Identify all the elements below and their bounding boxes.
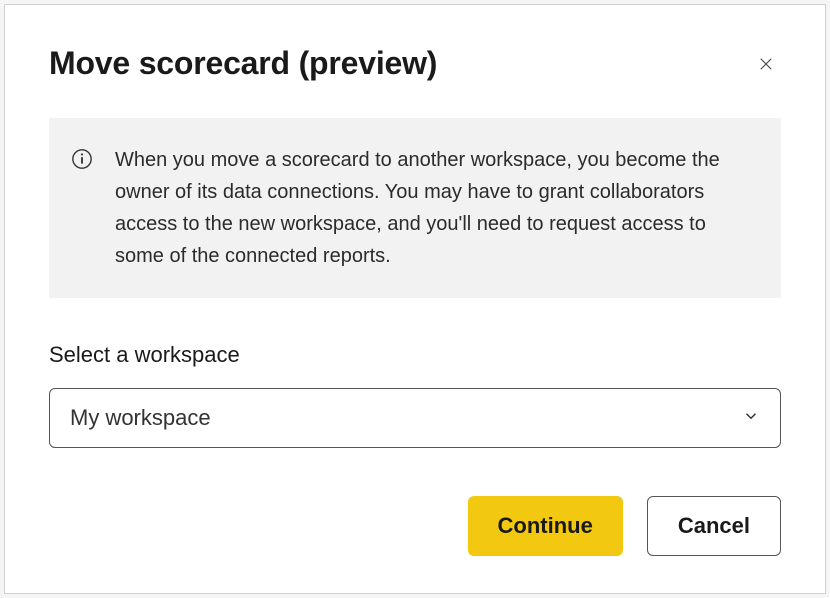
dialog-button-row: Continue Cancel bbox=[49, 496, 781, 556]
close-icon bbox=[757, 55, 775, 76]
continue-button[interactable]: Continue bbox=[468, 496, 623, 556]
info-icon bbox=[71, 148, 93, 175]
dialog-title: Move scorecard (preview) bbox=[49, 45, 437, 82]
workspace-selected-value: My workspace bbox=[70, 405, 211, 431]
dialog-header: Move scorecard (preview) bbox=[49, 45, 781, 82]
cancel-button[interactable]: Cancel bbox=[647, 496, 781, 556]
workspace-select[interactable]: My workspace bbox=[49, 388, 781, 448]
workspace-field-label: Select a workspace bbox=[49, 342, 781, 368]
move-scorecard-dialog: Move scorecard (preview) When you move a… bbox=[4, 4, 826, 594]
close-button[interactable] bbox=[751, 49, 781, 82]
chevron-down-icon bbox=[742, 405, 760, 431]
info-message: When you move a scorecard to another wor… bbox=[115, 144, 751, 272]
info-banner: When you move a scorecard to another wor… bbox=[49, 118, 781, 298]
